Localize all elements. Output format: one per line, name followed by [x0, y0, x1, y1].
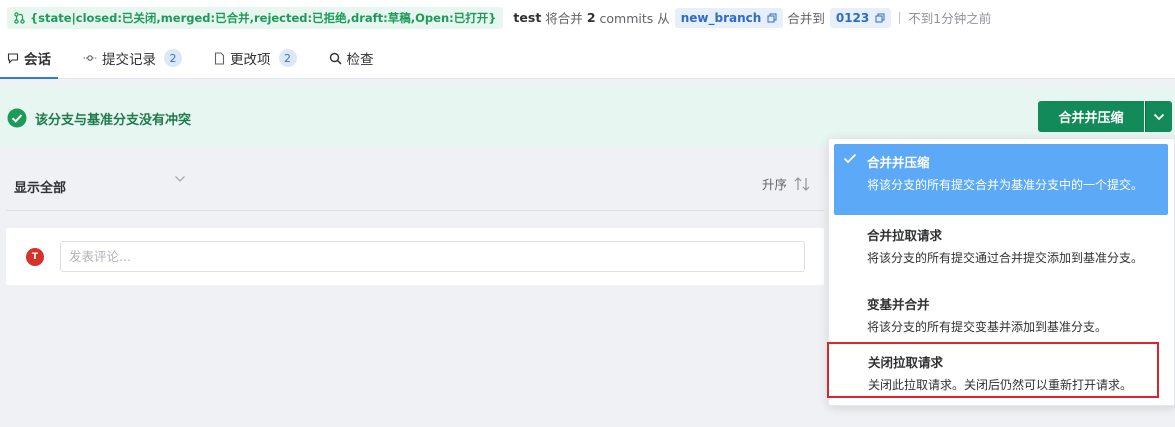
count-badge: 2 — [278, 49, 297, 67]
tab-commits[interactable]: 提交记录 2 — [76, 38, 189, 78]
check-circle-icon — [7, 108, 27, 128]
comment-input[interactable] — [60, 241, 805, 272]
menu-item-title: 合并并压缩 — [867, 155, 930, 170]
menu-item-desc: 将该分支的所有提交变基并添加到基准分支。 — [867, 320, 1108, 334]
chat-icon — [7, 53, 19, 64]
sort-toggle[interactable]: 升序 — [762, 174, 811, 193]
merge-text: 将合并 — [545, 11, 583, 26]
state-tag-text: {state|closed:已关闭,merged:已合并,rejected:已拒… — [30, 10, 497, 25]
activity-filter-row: 显示全部 升序 — [6, 163, 824, 211]
merge-options-toggle[interactable] — [1145, 101, 1172, 132]
source-branch-name: new_branch — [680, 10, 762, 25]
tab-bar: 会话 提交记录 2 更改项 2 检查 — [0, 38, 399, 79]
avatar: T — [26, 248, 44, 266]
divider — [899, 11, 901, 24]
menu-item-title: 变基并合并 — [867, 297, 930, 312]
merge-status-text: 该分支与基准分支没有冲突 — [35, 112, 192, 128]
commits-label: commits 从 — [599, 11, 670, 26]
timestamp: 不到1分钟之前 — [908, 11, 992, 26]
author-name[interactable]: test — [513, 10, 541, 25]
merge-options-menu: 合并并压缩 将该分支的所有提交合并为基准分支中的一个提交。 合并拉取请求 将该分… — [827, 138, 1175, 406]
commit-icon — [83, 55, 97, 61]
chevron-down-icon — [1153, 113, 1165, 120]
tab-label: 更改项 — [230, 52, 271, 68]
tab-label: 检查 — [346, 52, 374, 68]
sort-icon — [794, 176, 810, 191]
copy-icon[interactable] — [875, 13, 885, 23]
menu-item-merge-pr[interactable]: 合并拉取请求 将该分支的所有提交通过合并提交添加到基准分支。 — [834, 221, 1168, 283]
merge-status: 该分支与基准分支没有冲突 — [7, 108, 191, 128]
into-text: 合并到 — [787, 11, 825, 26]
menu-item-title: 关闭拉取请求 — [868, 355, 944, 370]
menu-item-desc: 将该分支的所有提交合并为基准分支中的一个提交。 — [867, 178, 1144, 192]
menu-item-desc: 关闭此拉取请求。关闭后仍然可以重新打开请求。 — [868, 378, 1133, 392]
tab-label: 提交记录 — [102, 52, 156, 68]
copy-icon[interactable] — [767, 13, 777, 23]
tab-label: 会话 — [24, 52, 51, 68]
count-badge: 2 — [164, 49, 182, 67]
search-icon — [329, 52, 342, 65]
squash-merge-button[interactable]: 合并并压缩 — [1038, 101, 1144, 132]
tab-conversation[interactable]: 会话 — [0, 38, 58, 79]
target-branch-name: 0123 — [835, 10, 870, 25]
source-branch-tag[interactable]: new_branch — [674, 7, 784, 28]
target-branch-tag[interactable]: 0123 — [829, 7, 892, 28]
file-icon — [214, 51, 225, 65]
menu-item-squash-merge[interactable]: 合并并压缩 将该分支的所有提交合并为基准分支中的一个提交。 — [834, 144, 1168, 215]
menu-item-close-pr[interactable]: 关闭拉取请求 关闭此拉取请求。关闭后仍然可以重新打开请求。 — [827, 342, 1159, 398]
comment-box: T — [6, 228, 824, 285]
check-icon — [843, 153, 857, 164]
pull-request-icon — [14, 11, 25, 24]
state-tag: {state|closed:已关闭,merged:已合并,rejected:已拒… — [7, 6, 504, 29]
filter-select[interactable]: 显示全部 — [14, 177, 66, 196]
menu-item-desc: 将该分支的所有提交通过合并提交添加到基准分支。 — [867, 251, 1144, 265]
sort-label: 升序 — [762, 177, 788, 192]
commits-count: 2 — [586, 10, 596, 25]
tab-changes[interactable]: 更改项 2 — [207, 38, 304, 78]
menu-item-rebase-merge[interactable]: 变基并合并 将该分支的所有提交变基并添加到基准分支。 — [834, 289, 1168, 337]
tab-checks[interactable]: 检查 — [322, 38, 381, 78]
pr-header: {state|closed:已关闭,merged:已合并,rejected:已拒… — [0, 0, 1175, 79]
menu-item-title: 合并拉取请求 — [867, 228, 943, 243]
pr-summary-row: {state|closed:已关闭,merged:已合并,rejected:已拒… — [7, 6, 991, 29]
chevron-down-icon[interactable] — [174, 175, 186, 183]
